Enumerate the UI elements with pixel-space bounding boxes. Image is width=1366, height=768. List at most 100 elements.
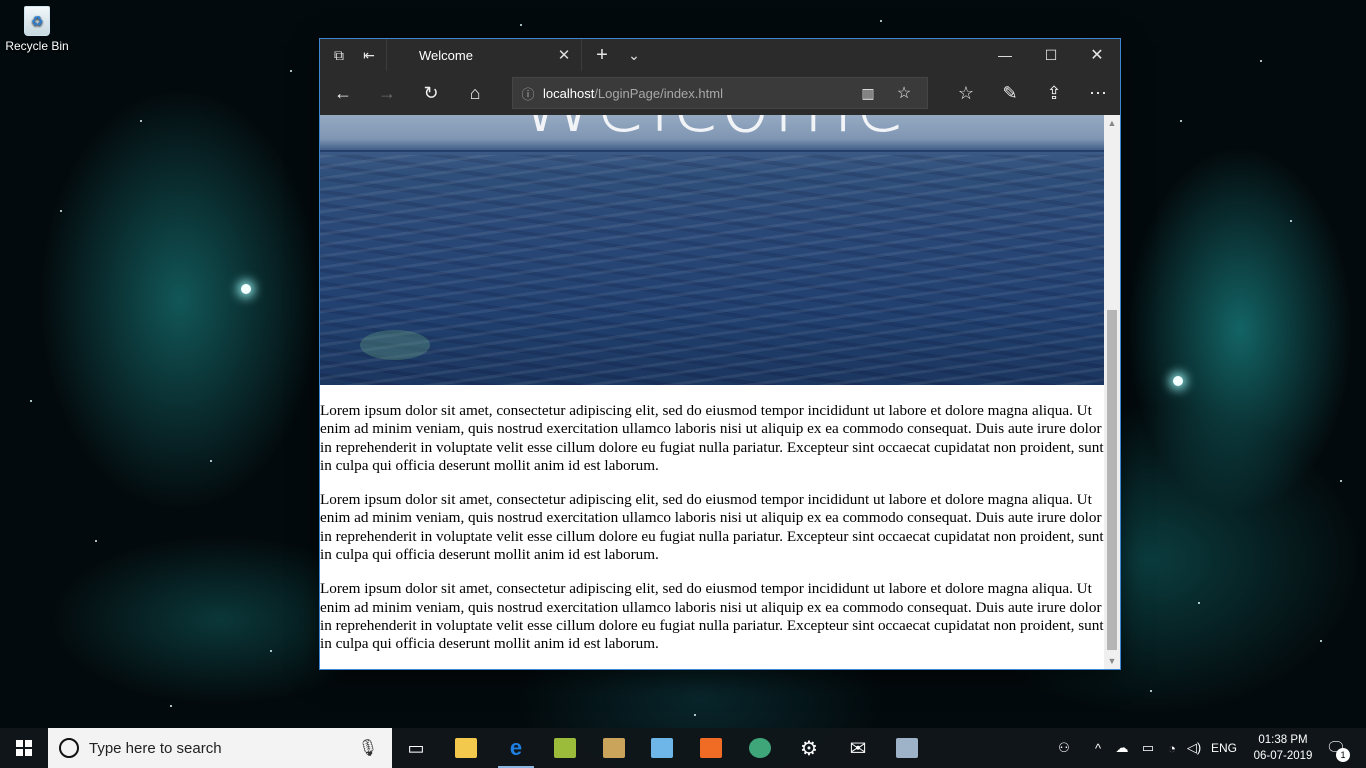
minimize-button[interactable]: — [982,39,1028,71]
page-viewport: Welcome Lorem ipsum dolor sit amet, cons… [320,115,1120,669]
back-button[interactable]: ← [321,71,365,115]
people-button[interactable]: ⚇ [1050,728,1078,768]
battery-tray-icon[interactable]: ▭ [1136,728,1160,768]
address-host: localhost [543,85,595,101]
wallpaper-star [60,210,62,212]
mail-button[interactable]: ✉ [834,728,882,768]
close-tab-button[interactable]: ✕ [553,39,575,71]
home-icon: ⌂ [469,82,481,103]
xampp-button[interactable] [687,728,735,768]
forward-button[interactable]: → [365,71,409,115]
language-indicator[interactable]: ENG [1208,728,1240,768]
wallpaper-star [1150,690,1152,692]
paragraph: Lorem ipsum dolor sit amet, consectetur … [320,491,1104,564]
file-explorer-button[interactable] [442,728,490,768]
start-button[interactable] [0,728,48,768]
favorites-hub-button[interactable]: ☆ [944,71,988,115]
microphone-icon[interactable]: 🎙 [358,728,378,768]
hero-banner: Welcome [320,115,1104,385]
close-icon: ✕ [557,47,571,64]
taskbar-search-box[interactable]: Type here to search 🎙 [48,728,392,768]
xampp-control-button[interactable] [541,728,589,768]
new-tab-button[interactable]: + [588,39,616,71]
tab-welcome[interactable]: Welcome ✕ [386,39,582,71]
more-button[interactable]: ⋯ [1076,71,1120,115]
scroll-up-arrow-icon[interactable]: ▲ [1104,115,1120,131]
clock-date: 06-07-2019 [1253,750,1313,762]
clock-time: 01:38 PM [1258,734,1308,746]
notification-badge: 1 [1336,748,1350,762]
title-bar: ⧉ ⇤ Welcome ✕ + ⌄ — ☐ ✕ [320,39,1120,71]
atom-button[interactable] [736,728,784,768]
maximize-button[interactable]: ☐ [1028,39,1074,71]
show-tabs-aside-button[interactable]: ⇤ [354,39,384,71]
cortana-icon [59,738,79,758]
wallpaper-star [290,70,292,72]
set-tabs-aside-button[interactable]: ⧉ [324,39,354,71]
volume-tray-icon[interactable]: ◁) [1182,728,1206,768]
settings-icon: ⚙ [800,737,818,760]
refresh-button[interactable]: ↻ [409,71,453,115]
home-button[interactable]: ⌂ [453,71,497,115]
package-app-button[interactable] [590,728,638,768]
paragraph: Lorem ipsum dolor sit amet, consectetur … [320,402,1104,474]
people-icon: ⚇ [1058,740,1070,755]
share-button[interactable]: ⇪ [1032,71,1076,115]
scrollbar-thumb[interactable] [1107,310,1117,650]
more-icon: ⋯ [1089,82,1107,103]
task-view-icon: ▭ [407,737,425,758]
clock[interactable]: 01:38 PM 06-07-2019 [1238,728,1328,768]
action-center-button[interactable]: 🗨 1 [1316,728,1356,768]
wallpaper-star [880,20,882,22]
wallpaper-star [694,714,696,716]
file-explorer-icon [455,738,477,758]
network-tray-icon[interactable]: ◔ [1160,728,1184,768]
notepad-icon [651,738,673,758]
maximize-icon: ☐ [1044,46,1058,63]
remote-desktop-button[interactable] [883,728,931,768]
notepad-button[interactable] [638,728,686,768]
star-icon: ☆ [896,85,912,102]
search-placeholder: Type here to search [89,739,222,757]
close-window-button[interactable]: ✕ [1074,39,1120,71]
arrow-right-icon: → [378,82,396,103]
edge-browser-window: ⧉ ⇤ Welcome ✕ + ⌄ — ☐ ✕ ← → ↻ ⌂ ⓘ localh… [319,38,1121,670]
xampp-control-icon [554,738,576,758]
wallpaper-star [1260,60,1262,62]
wallpaper-star [520,24,522,26]
ocean-waves [320,155,1104,385]
pen-icon: ✎ [1002,82,1018,103]
tabs-aside-icon: ⧉ [334,46,344,63]
refresh-icon: ↻ [423,82,439,103]
share-icon: ⇪ [1046,82,1062,103]
address-path: /LoginPage/index.html [594,85,723,101]
onedrive-tray-icon[interactable]: ☁ [1110,728,1134,768]
add-favorite-button[interactable]: ☆ [889,78,919,108]
taskbar: Type here to search 🎙 ▭ e ⚙ ✉ ⚇ ^ ☁ ▭ ◔ … [0,728,1366,768]
tabs-preview-icon: ⇤ [363,46,375,63]
address-bar[interactable]: ⓘ localhost/LoginPage/index.html ▥ ☆ [512,77,928,109]
chevron-up-icon: ^ [1094,740,1102,756]
edge-button[interactable]: e [492,728,540,768]
settings-button[interactable]: ⚙ [785,728,833,768]
favorites-icon: ☆ [957,82,975,103]
atom-icon [749,738,771,758]
show-hidden-icons-button[interactable]: ^ [1088,728,1108,768]
vertical-scrollbar[interactable]: ▲ ▼ [1104,115,1120,669]
xampp-icon [700,738,722,758]
hero-title: Welcome [320,115,1104,151]
minimize-icon: — [998,47,1012,63]
wallpaper-star [1340,480,1342,482]
scroll-down-arrow-icon[interactable]: ▼ [1104,653,1120,669]
wallpaper-star [1180,120,1182,122]
remote-desktop-icon [896,738,918,758]
task-view-button[interactable]: ▭ [392,728,440,768]
close-icon: ✕ [1090,47,1104,64]
recycle-bin-icon [24,6,50,36]
recycle-bin-desktop-icon[interactable]: Recycle Bin [4,6,70,53]
paragraph: Lorem ipsum dolor sit amet, consectetur … [320,580,1104,653]
reading-view-button[interactable]: ▥ [853,78,883,108]
plus-icon: + [596,43,608,66]
web-note-button[interactable]: ✎ [988,71,1032,115]
tab-previews-button[interactable]: ⌄ [620,39,648,71]
